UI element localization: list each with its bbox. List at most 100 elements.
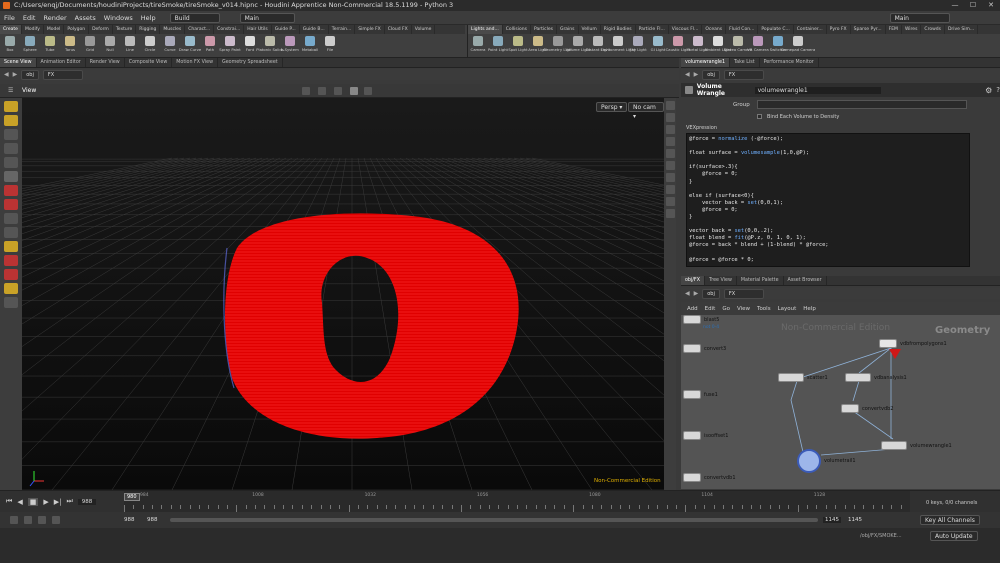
display-opt-2-icon[interactable]	[665, 113, 675, 122]
light-tool-10[interactable]: Caustic Light	[666, 34, 690, 58]
range-end-2[interactable]: 1145	[848, 517, 862, 523]
shelf-tool-6[interactable]: Line	[120, 34, 140, 58]
param-tab-1[interactable]: Take List	[730, 58, 760, 67]
node-convertvdb2[interactable]: convertvdb2	[841, 404, 894, 413]
shelf-tool-2[interactable]: Tube	[40, 34, 60, 58]
shelf-right-tab-15[interactable]: Wires	[902, 25, 922, 34]
select-tool-icon[interactable]	[4, 101, 18, 112]
viewer-tab-5[interactable]: Geometry Spreadsheet	[218, 58, 283, 67]
viewer-path-fx[interactable]: FX	[42, 69, 83, 80]
step-back-icon[interactable]: ◀	[17, 498, 22, 506]
light-tool-2[interactable]: Spot Light	[508, 34, 528, 58]
lock-icon[interactable]	[4, 171, 18, 182]
shelf-left-tab-11[interactable]: Guide P...	[272, 25, 300, 34]
light-tool-6[interactable]: Distant Light	[586, 34, 610, 58]
light-tool-13[interactable]: Stereo Camera	[724, 34, 752, 58]
desktop-main-right-dropdown[interactable]: Main	[889, 12, 950, 23]
skip-start-icon[interactable]: ⏮	[6, 497, 12, 506]
view-tool-3-icon[interactable]	[334, 87, 342, 95]
shelf-right-tab-11[interactable]: Container...	[794, 25, 827, 34]
shelf-right-tab-2[interactable]: Particles	[531, 25, 557, 34]
shelf-right-tab-6[interactable]: Particle Fl...	[636, 25, 669, 34]
net-path-fx[interactable]: FX	[723, 288, 764, 299]
display-opt-3-icon[interactable]	[665, 125, 675, 134]
persp-dropdown[interactable]: Persp ▾	[596, 102, 628, 112]
auto-update-dropdown[interactable]: Auto Update	[930, 531, 978, 541]
net-back-icon[interactable]: ◀	[685, 290, 690, 297]
range-start[interactable]: 988	[124, 517, 135, 523]
desktop-build-dropdown[interactable]: Build	[169, 12, 220, 23]
gear-icon[interactable]: ⚙	[985, 86, 992, 95]
menu-edit[interactable]: Edit	[19, 11, 40, 25]
node-blast5[interactable]: blast5	[683, 315, 719, 324]
shelf-tool-0[interactable]: Box	[0, 34, 20, 58]
shelf-left-tab-6[interactable]: Rigging	[136, 25, 161, 34]
view-menu-icon[interactable]: ☰	[8, 87, 13, 94]
shelf-left-tab-7[interactable]: Muscles	[160, 25, 186, 34]
viewer-tab-2[interactable]: Render View	[86, 58, 125, 67]
shelf-tool-9[interactable]: Draw Curve	[179, 34, 201, 58]
network-menu-0[interactable]: Add	[687, 306, 698, 312]
snap-prim-icon[interactable]	[4, 227, 18, 238]
shelf-right-tab-13[interactable]: Sparse Pyr...	[851, 25, 886, 34]
settings-icon[interactable]	[52, 516, 60, 524]
shelf-left-tab-2[interactable]: Model	[44, 25, 65, 34]
minimize-icon[interactable]: —	[946, 0, 964, 11]
rotate-tool-icon[interactable]	[4, 129, 18, 140]
camera-tool-icon[interactable]	[4, 297, 18, 308]
forward-arrow-icon[interactable]: ▶	[13, 71, 18, 78]
light-tool-5[interactable]: Volume Light	[566, 34, 590, 58]
view-tool-2-icon[interactable]	[318, 87, 326, 95]
scene-viewport[interactable]: Persp ▾ No cam ▾ Non-Commercial Edition	[22, 98, 664, 490]
group-field[interactable]	[757, 100, 967, 109]
shelf-right-tab-3[interactable]: Grains	[557, 25, 579, 34]
node-volumetrail1[interactable]: volumetrail1	[797, 449, 856, 473]
shelf-tool-16[interactable]: File	[320, 34, 340, 58]
light-tool-7[interactable]: Environment Light	[601, 34, 635, 58]
net-forward-icon[interactable]: ▶	[694, 290, 699, 297]
stop-icon[interactable]: ■	[27, 497, 39, 506]
network-tab-3[interactable]: Asset Browser	[784, 276, 827, 285]
range-end[interactable]: 1145	[823, 517, 841, 523]
shelf-right-tab-7[interactable]: Viscous Fl...	[669, 25, 703, 34]
pose-tool-icon[interactable]	[4, 143, 18, 154]
shelf-right-tab-12[interactable]: Pyro FX	[827, 25, 851, 34]
shelf-right-tab-16[interactable]: Crowds	[921, 25, 945, 34]
view-tool-5-icon[interactable]	[364, 87, 372, 95]
shelf-left-tab-8[interactable]: Charact...	[185, 25, 215, 34]
snap-edge-icon[interactable]	[4, 213, 18, 224]
shelf-left-tab-12[interactable]: Guide B...	[300, 25, 329, 34]
play-icon[interactable]: ▶	[43, 498, 48, 506]
light-tool-11[interactable]: Portal Light	[687, 34, 709, 58]
shelf-tool-13[interactable]: Platonic Solids	[256, 34, 284, 58]
move-tool-icon[interactable]	[4, 115, 18, 126]
menu-windows[interactable]: Windows	[100, 11, 137, 25]
network-tab-0[interactable]: obj/FX	[681, 276, 705, 285]
audio-icon[interactable]	[38, 516, 46, 524]
snap-point-icon[interactable]	[4, 199, 18, 210]
network-menu-5[interactable]: Layout	[778, 306, 797, 312]
shelf-left-tab-16[interactable]: Volume	[412, 25, 436, 34]
current-frame-field[interactable]: 988	[77, 498, 97, 505]
display-opt-6-icon[interactable]	[665, 161, 675, 170]
light-tool-15[interactable]: Switcher	[768, 34, 788, 58]
shelf-right-tab-4[interactable]: Vellum	[579, 25, 601, 34]
light-tool-8[interactable]: Sky Light	[628, 34, 648, 58]
skip-end-icon[interactable]: ⏭	[66, 497, 72, 506]
network-menu-2[interactable]: Go	[722, 306, 730, 312]
shelf-right-tab-17[interactable]: Drive Sim...	[945, 25, 979, 34]
viewer-tab-4[interactable]: Motion FX View	[172, 58, 218, 67]
back-arrow-icon[interactable]: ◀	[4, 71, 9, 78]
shelf-right-tab-1[interactable]: Collisions	[503, 25, 531, 34]
shelf-left-tab-4[interactable]: Deform	[89, 25, 113, 34]
shelf-left-tab-1[interactable]: Modify	[22, 25, 44, 34]
param-forward-icon[interactable]: ▶	[694, 71, 699, 78]
shelf-left-tab-14[interactable]: Simple FX	[355, 25, 385, 34]
shelf-left-tab-5[interactable]: Texture	[113, 25, 137, 34]
shelf-tool-15[interactable]: Metaball	[300, 34, 320, 58]
network-menu-3[interactable]: View	[737, 306, 750, 312]
light-tool-12[interactable]: Ambient Light	[705, 34, 731, 58]
key-all-channels-dropdown[interactable]: Key All Channels	[920, 515, 980, 525]
menu-render[interactable]: Render	[39, 11, 70, 25]
maximize-icon[interactable]: ☐	[964, 0, 982, 11]
